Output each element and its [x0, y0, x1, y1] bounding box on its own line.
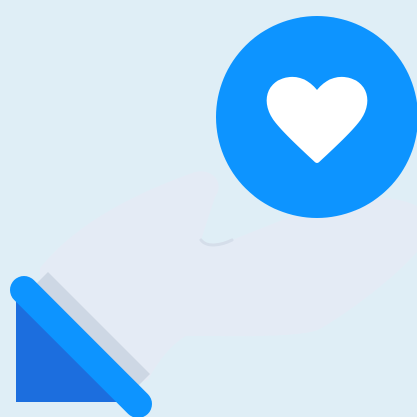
illustration-svg: [10, 16, 417, 417]
hand-heart-illustration: [0, 0, 417, 417]
